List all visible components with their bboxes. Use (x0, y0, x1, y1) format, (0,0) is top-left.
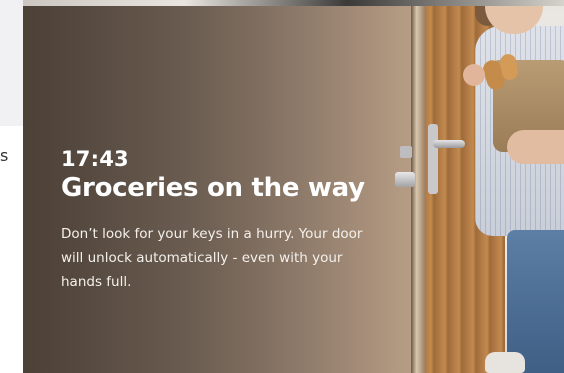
page: s 17:43 Groceries on the way Don’t look … (0, 0, 564, 373)
hero-title: Groceries on the way (61, 173, 365, 203)
hero-time: 17:43 (61, 147, 129, 171)
left-sidebar-edge: s (0, 0, 23, 373)
hero-text-block: 17:43 Groceries on the way Don’t look fo… (61, 146, 401, 294)
truncated-sidebar-text: s (0, 146, 9, 165)
hero-banner: 17:43 Groceries on the way Don’t look fo… (23, 6, 564, 373)
left-panel-header-block (0, 0, 23, 126)
hero-description: Don’t look for your keys in a hurry. You… (61, 226, 363, 290)
